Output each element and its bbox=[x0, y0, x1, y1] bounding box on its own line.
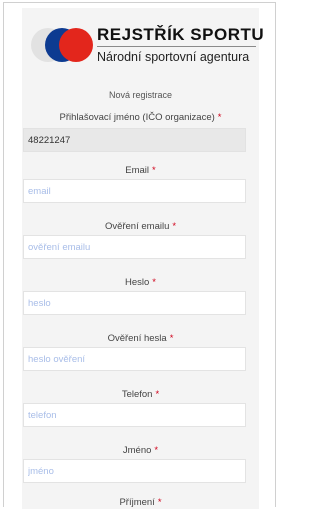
required-mark: * bbox=[217, 112, 222, 123]
email-confirm-field[interactable] bbox=[23, 235, 246, 259]
first-name-label: Jméno * bbox=[22, 445, 259, 456]
login-field[interactable] bbox=[23, 128, 246, 152]
brand-divider bbox=[97, 46, 256, 47]
email-label-text: Email bbox=[125, 165, 150, 176]
registration-panel: REJSTŘÍK SPORTU Národní sportovní agentu… bbox=[22, 8, 264, 509]
phone-label: Telefon * bbox=[22, 389, 259, 400]
phone-label-text: Telefon bbox=[121, 389, 153, 400]
last-name-label: Příjmení * bbox=[22, 497, 259, 508]
first-name-field[interactable] bbox=[23, 459, 246, 483]
password-confirm-field[interactable] bbox=[23, 347, 246, 371]
required-mark: * bbox=[152, 277, 156, 288]
password-confirm-label: Ověření hesla * bbox=[22, 333, 259, 344]
required-mark: * bbox=[172, 221, 177, 232]
password-confirm-label-text: Ověření hesla bbox=[107, 333, 167, 344]
logo-circle-red-icon bbox=[59, 28, 93, 62]
email-label: Email * bbox=[22, 165, 259, 176]
email-confirm-label: Ověření emailu * bbox=[22, 221, 259, 232]
required-mark: * bbox=[154, 445, 159, 456]
login-label: Přihlašovací jméno (IČO organizace) * bbox=[22, 112, 259, 123]
first-name-label-text: Jméno bbox=[122, 445, 152, 456]
last-name-label-text: Příjmení bbox=[119, 497, 155, 508]
brand-subtitle: Národní sportovní agentura bbox=[97, 50, 250, 64]
login-label-text: Přihlašovací jméno (IČO organizace) bbox=[59, 112, 215, 123]
brand-logo: REJSTŘÍK SPORTU Národní sportovní agentu… bbox=[31, 24, 264, 72]
password-label: Heslo * bbox=[22, 277, 259, 288]
email-field[interactable] bbox=[23, 179, 246, 203]
required-mark: * bbox=[152, 165, 156, 176]
phone-field[interactable] bbox=[23, 403, 246, 427]
required-mark: * bbox=[155, 389, 160, 400]
password-field[interactable] bbox=[23, 291, 246, 315]
form-heading: Nová registrace bbox=[108, 90, 173, 100]
required-mark: * bbox=[157, 497, 162, 508]
email-confirm-label-text: Ověření emailu bbox=[104, 221, 170, 232]
required-mark: * bbox=[169, 333, 174, 344]
brand-title: REJSTŘÍK SPORTU bbox=[97, 25, 265, 44]
password-label-text: Heslo bbox=[125, 277, 150, 288]
